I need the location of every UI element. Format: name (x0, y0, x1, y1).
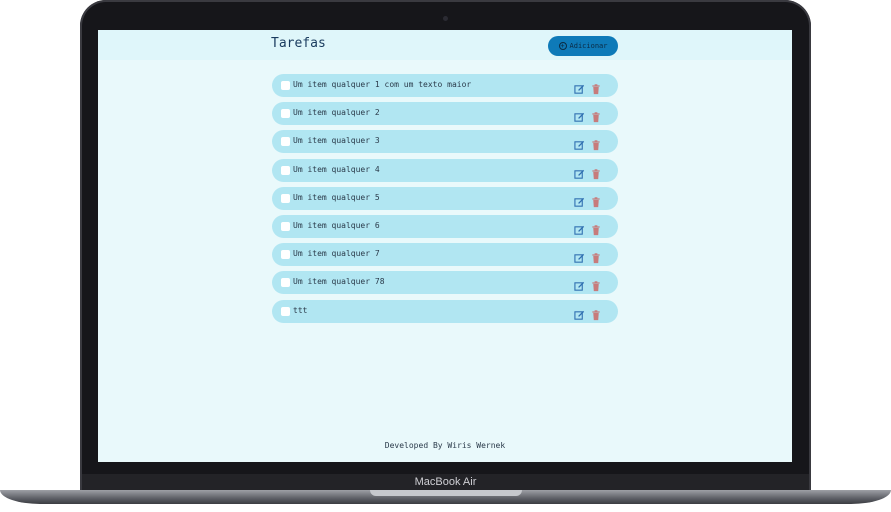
task-list: Um item qualquer 1 com um texto maior Um … (272, 74, 618, 328)
camera (443, 16, 448, 21)
task-item: Um item qualquer 5 (272, 186, 618, 210)
trash-icon[interactable] (591, 306, 601, 320)
task-item: Um item qualquer 6 (272, 214, 618, 238)
app-header: Tarefas + Adicionar (98, 30, 792, 60)
task-checkbox[interactable] (281, 250, 290, 260)
task-checkbox[interactable] (281, 165, 290, 175)
edit-icon[interactable] (574, 136, 585, 151)
task-text: Um item qualquer 4 (293, 164, 380, 174)
task-text: Um item qualquer 5 (293, 192, 380, 202)
task-item: Um item qualquer 3 (272, 130, 618, 154)
trash-icon[interactable] (591, 108, 601, 123)
task-checkbox[interactable] (281, 81, 290, 90)
task-item: Um item qualquer 2 (272, 102, 618, 126)
laptop-notch (370, 490, 522, 496)
edit-icon[interactable] (574, 277, 585, 292)
task-item: Um item qualquer 4 (272, 158, 618, 182)
trash-icon[interactable] (591, 277, 601, 292)
task-checkbox[interactable] (281, 193, 290, 203)
task-checkbox[interactable] (281, 109, 290, 119)
task-text: Um item qualquer 1 com um texto maior (293, 80, 472, 89)
task-text: Um item qualquer 7 (293, 249, 380, 259)
edit-icon[interactable] (574, 165, 585, 179)
edit-icon[interactable] (574, 249, 585, 263)
edit-icon[interactable] (574, 221, 585, 235)
task-text: Um item qualquer 6 (293, 220, 380, 230)
trash-icon[interactable] (591, 249, 601, 264)
task-checkbox[interactable] (281, 137, 290, 147)
trash-icon[interactable] (591, 165, 601, 179)
add-button[interactable]: + Adicionar (548, 36, 618, 56)
task-item: Um item qualquer 78 (272, 271, 618, 295)
trash-icon[interactable] (591, 193, 601, 207)
task-text: ttt (293, 305, 308, 315)
task-checkbox[interactable] (281, 278, 290, 288)
page-title: Tarefas (271, 36, 326, 51)
device-label: MacBook Air (414, 476, 477, 488)
trash-icon[interactable] (591, 136, 601, 151)
trash-icon[interactable] (591, 221, 601, 236)
footer-credit: Developed By Wiris Wernek (384, 441, 506, 450)
edit-icon[interactable] (574, 306, 585, 320)
task-item: Um item qualquer 1 com um texto maior (272, 74, 618, 97)
task-text: Um item qualquer 3 (293, 136, 380, 146)
task-checkbox[interactable] (281, 221, 290, 231)
task-item: ttt (272, 299, 618, 323)
screen: Tarefas + Adicionar Um item qualquer 1 c… (98, 30, 792, 462)
plus-circle-icon: + (558, 41, 567, 50)
edit-icon[interactable] (574, 193, 585, 207)
edit-icon[interactable] (574, 80, 585, 94)
trash-icon[interactable] (591, 80, 601, 95)
edit-icon[interactable] (574, 108, 585, 122)
task-item: Um item qualquer 7 (272, 243, 618, 267)
task-checkbox[interactable] (281, 306, 290, 316)
task-text: Um item qualquer 78 (293, 277, 385, 287)
add-button-label: Adicionar (569, 42, 608, 50)
task-text: Um item qualquer 2 (293, 108, 380, 118)
